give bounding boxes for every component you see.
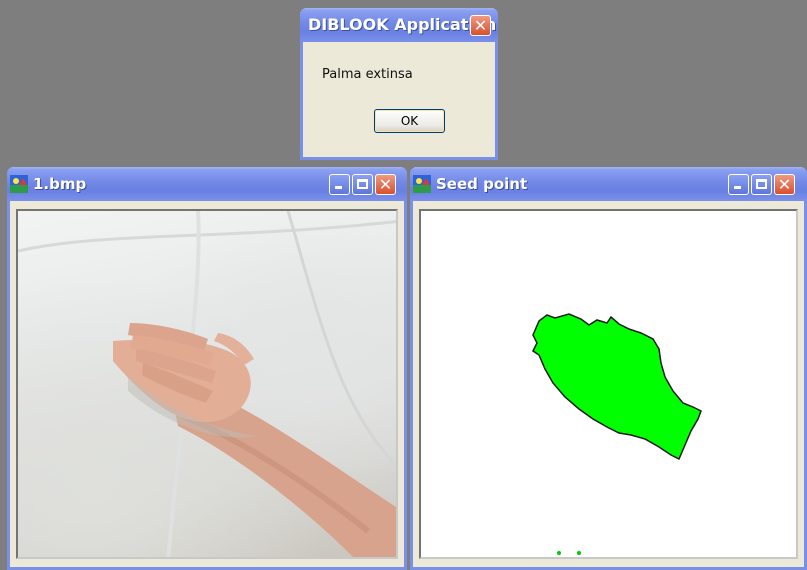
seed-point-marker xyxy=(577,551,581,555)
segmentation-image xyxy=(532,313,702,555)
close-button[interactable]: ✕ xyxy=(774,174,795,195)
hand-photo-image xyxy=(18,211,396,557)
segmented-hand-region xyxy=(532,313,702,461)
minimize-button[interactable] xyxy=(728,174,749,195)
diblook-app-icon xyxy=(413,175,431,193)
maximize-icon xyxy=(357,179,368,189)
dialog-message: Palma extinsa xyxy=(322,67,413,82)
minimize-icon xyxy=(734,186,741,189)
diblook-dialog: DIBLOOK Application ✕ Palma extinsa OK xyxy=(300,8,498,160)
seed-point-marker xyxy=(557,551,561,555)
maximize-icon xyxy=(756,179,767,189)
ok-button[interactable]: OK xyxy=(374,109,445,133)
close-button[interactable]: ✕ xyxy=(375,174,396,195)
maximize-button[interactable] xyxy=(352,174,373,195)
seed-window-titlebar[interactable]: Seed point ✕ xyxy=(410,167,807,201)
dialog-title: DIBLOOK Application xyxy=(308,15,497,34)
hand-photo xyxy=(16,209,398,559)
close-icon: ✕ xyxy=(473,16,488,35)
close-icon: ✕ xyxy=(777,175,792,194)
dialog-titlebar[interactable]: DIBLOOK Application ✕ xyxy=(300,8,498,42)
window-title: 1.bmp xyxy=(33,175,87,193)
maximize-button[interactable] xyxy=(751,174,772,195)
close-icon: ✕ xyxy=(378,175,393,194)
seed-point-window: Seed point ✕ xyxy=(410,167,807,570)
minimize-icon xyxy=(335,186,342,189)
image-window-1bmp: 1.bmp ✕ xyxy=(7,167,407,570)
window-title: Seed point xyxy=(436,175,528,193)
diblook-app-icon xyxy=(10,175,28,193)
dialog-close-button[interactable]: ✕ xyxy=(470,15,491,36)
image-window-titlebar[interactable]: 1.bmp ✕ xyxy=(7,167,407,201)
segmentation-canvas xyxy=(419,209,798,559)
minimize-button[interactable] xyxy=(329,174,350,195)
